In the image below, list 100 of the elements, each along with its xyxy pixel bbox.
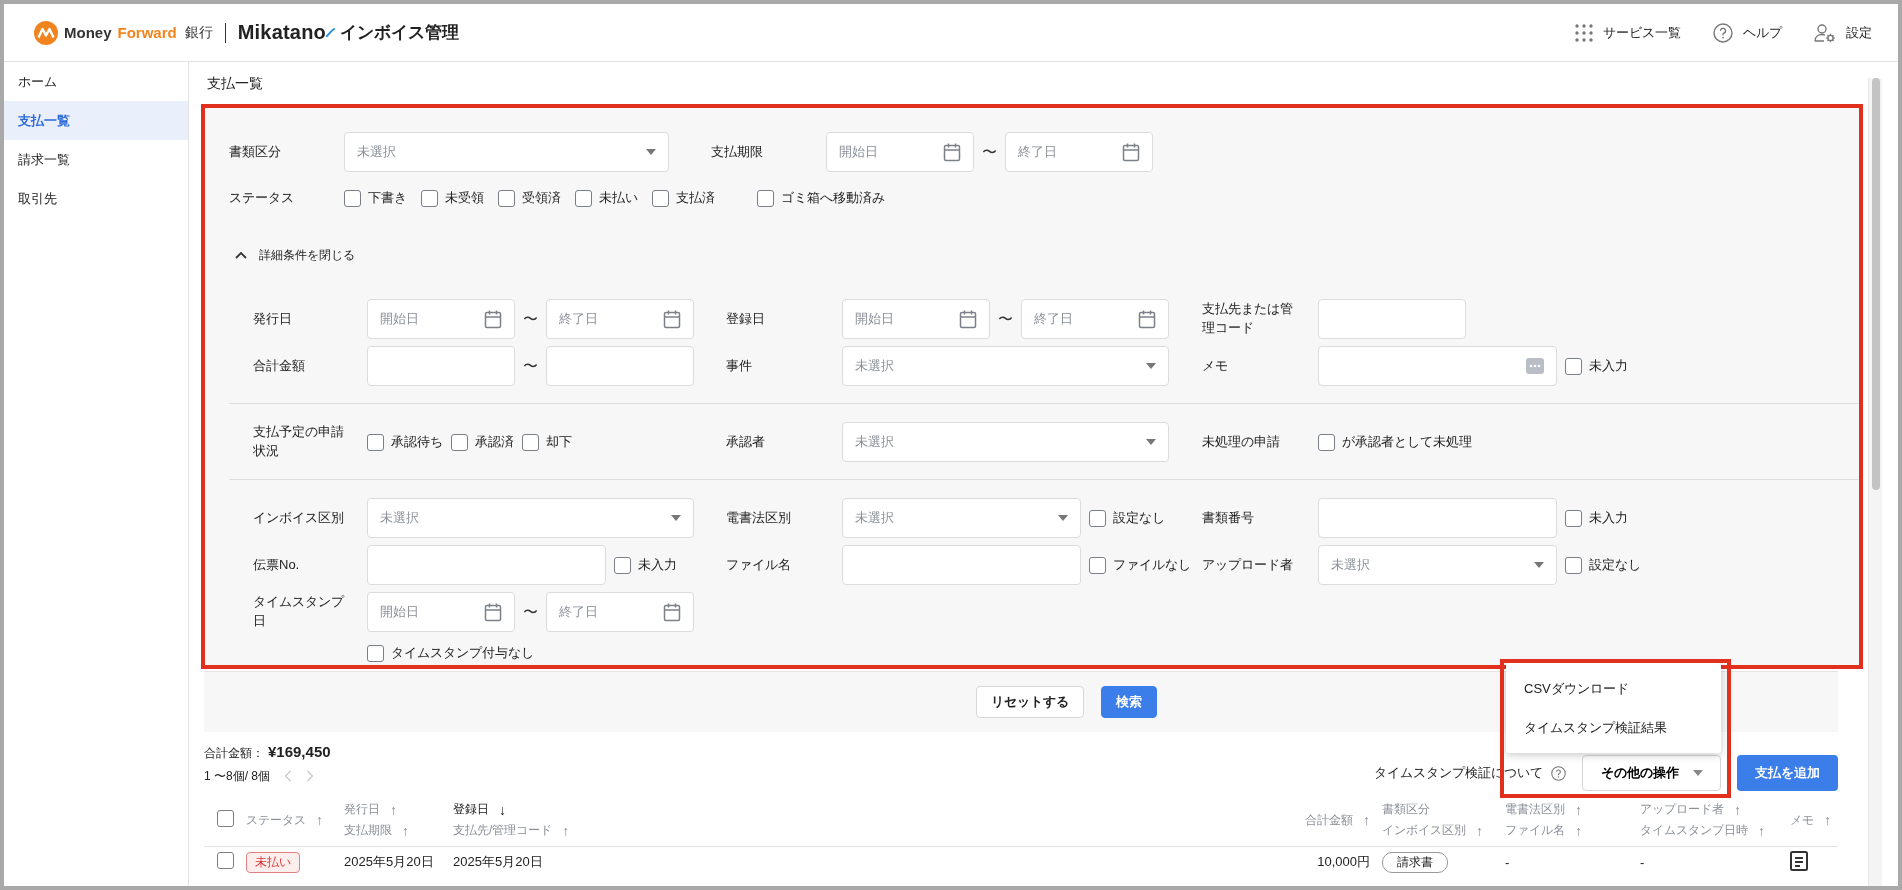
checkbox[interactable] bbox=[451, 433, 468, 451]
field-label: メモ bbox=[1202, 357, 1228, 373]
field-label: 書類番号 bbox=[1202, 509, 1254, 525]
field-label: 登録日 bbox=[726, 310, 765, 326]
checkbox[interactable] bbox=[367, 433, 384, 451]
column-header[interactable]: 支払期限 bbox=[344, 822, 392, 839]
add-payment-button[interactable]: 支払を追加 bbox=[1737, 755, 1838, 791]
date-field[interactable]: 終了日 bbox=[1021, 299, 1169, 339]
checkbox-label: 未入力 bbox=[1589, 357, 1628, 375]
select-field[interactable]: 未選択 bbox=[842, 346, 1169, 386]
field-label: 支払予定の申請状況 bbox=[253, 424, 344, 458]
memo-field[interactable] bbox=[1318, 346, 1557, 386]
field-label: ステータス bbox=[229, 189, 294, 205]
date-field[interactable]: 開始日 bbox=[367, 299, 515, 339]
column-header[interactable]: ファイル名 bbox=[1505, 822, 1565, 839]
product-name: Mikatano bbox=[237, 21, 326, 44]
checkbox[interactable] bbox=[652, 189, 669, 207]
header-link[interactable]: サービス一覧 bbox=[1575, 23, 1681, 42]
checkbox[interactable] bbox=[1318, 433, 1335, 451]
field-label: タイムスタンプ日 bbox=[253, 594, 344, 628]
checkbox[interactable] bbox=[614, 556, 631, 574]
range-separator: 〜 bbox=[523, 309, 538, 329]
checkbox[interactable] bbox=[1089, 509, 1106, 527]
checkbox[interactable] bbox=[522, 433, 539, 451]
field-label: ファイル名 bbox=[726, 556, 791, 572]
grid-icon bbox=[1575, 23, 1593, 42]
column-header[interactable]: ステータス bbox=[246, 811, 306, 829]
select-field[interactable]: 未選択 bbox=[367, 498, 694, 538]
checkbox[interactable] bbox=[1565, 357, 1582, 375]
select-field[interactable]: 未選択 bbox=[842, 498, 1081, 538]
logo-text: Forward bbox=[117, 24, 177, 41]
select-field[interactable]: 未選択 bbox=[1318, 545, 1557, 585]
chevron-right-icon bbox=[306, 770, 315, 782]
checkbox-label: ファイルなし bbox=[1113, 556, 1191, 574]
date-field[interactable]: 終了日 bbox=[546, 592, 694, 632]
field-label: 電書法区別 bbox=[726, 509, 791, 525]
calendar-icon bbox=[943, 142, 961, 162]
checkbox-label: 設定なし bbox=[1589, 556, 1641, 574]
menu-item[interactable]: タイムスタンプ検証結果 bbox=[1506, 708, 1721, 747]
checkbox-label: 支払済 bbox=[676, 189, 715, 207]
checkbox[interactable] bbox=[498, 189, 515, 207]
chevron-up-icon bbox=[235, 251, 247, 259]
logo-icon bbox=[34, 20, 58, 45]
checkbox-label: 未払い bbox=[599, 189, 638, 207]
select-field[interactable]: 未選択 bbox=[344, 132, 669, 172]
table-cell: 2025年5月20日 bbox=[344, 854, 434, 869]
other-actions-button[interactable]: その他の操作 bbox=[1582, 755, 1721, 791]
checkbox[interactable] bbox=[217, 809, 234, 827]
text-field[interactable] bbox=[367, 346, 515, 386]
date-field[interactable]: 開始日 bbox=[842, 299, 990, 339]
select-field[interactable]: 未選択 bbox=[842, 422, 1169, 462]
date-field[interactable]: 終了日 bbox=[546, 299, 694, 339]
checkbox[interactable] bbox=[1565, 509, 1582, 527]
swoosh-icon bbox=[326, 28, 335, 37]
calendar-icon bbox=[663, 309, 681, 329]
date-field[interactable]: 開始日 bbox=[367, 592, 515, 632]
text-field[interactable] bbox=[1318, 498, 1557, 538]
column-header[interactable]: タイムスタンプ日時 bbox=[1640, 822, 1748, 839]
field-label: 事件 bbox=[726, 357, 752, 373]
column-header[interactable]: 発行日 bbox=[344, 801, 380, 818]
logo-text: Money bbox=[64, 24, 112, 41]
checkbox[interactable] bbox=[367, 644, 384, 662]
header-link[interactable]: ヘルプ bbox=[1713, 22, 1782, 43]
search-button[interactable]: 検索 bbox=[1100, 686, 1157, 718]
date-field[interactable]: 終了日 bbox=[1005, 132, 1153, 172]
pagination-text: 1 〜8個/ 8個 bbox=[204, 767, 271, 785]
menu-item[interactable]: CSVダウンロード bbox=[1506, 669, 1721, 708]
scrollbar-thumb[interactable] bbox=[1872, 78, 1880, 490]
column-header[interactable]: 登録日 bbox=[453, 801, 489, 818]
checkbox[interactable] bbox=[1565, 556, 1582, 574]
text-field[interactable] bbox=[842, 545, 1081, 585]
checkbox[interactable] bbox=[217, 852, 234, 869]
checkbox[interactable] bbox=[421, 189, 438, 207]
checkbox[interactable] bbox=[1089, 556, 1106, 574]
field-label: 合計金額 bbox=[253, 357, 305, 373]
column-header[interactable]: インボイス区別 bbox=[1382, 822, 1466, 839]
checkbox[interactable] bbox=[757, 189, 774, 207]
column-header[interactable]: メモ bbox=[1790, 811, 1814, 829]
checkbox[interactable] bbox=[575, 189, 592, 207]
text-field[interactable] bbox=[1318, 299, 1466, 339]
reset-button[interactable]: リセットする bbox=[975, 686, 1084, 718]
column-header[interactable]: 支払先/管理コード bbox=[453, 822, 553, 839]
column-header[interactable]: アップロード者 bbox=[1640, 801, 1724, 818]
header-link[interactable]: 設定 bbox=[1814, 22, 1872, 43]
calendar-icon bbox=[663, 602, 681, 622]
date-field[interactable]: 開始日 bbox=[826, 132, 974, 172]
text-field[interactable] bbox=[367, 545, 606, 585]
caret-icon bbox=[646, 149, 656, 155]
text-field[interactable] bbox=[546, 346, 694, 386]
column-header[interactable]: 書類区分 bbox=[1382, 801, 1430, 818]
table-cell: 10,000円 bbox=[1317, 854, 1370, 869]
checkbox-label: 承認待ち bbox=[391, 433, 443, 451]
nav-item[interactable]: 支払一覧 bbox=[4, 101, 188, 140]
checkbox[interactable] bbox=[344, 189, 361, 207]
help-icon bbox=[1713, 22, 1733, 43]
column-header[interactable]: 電書法区別 bbox=[1505, 801, 1565, 818]
toggle-button[interactable]: 詳細条件を閉じる bbox=[229, 245, 361, 265]
field-label: 未処理の申請 bbox=[1202, 433, 1280, 449]
column-header[interactable]: 合計金額 bbox=[1305, 811, 1353, 829]
range-separator: 〜 bbox=[982, 142, 997, 162]
